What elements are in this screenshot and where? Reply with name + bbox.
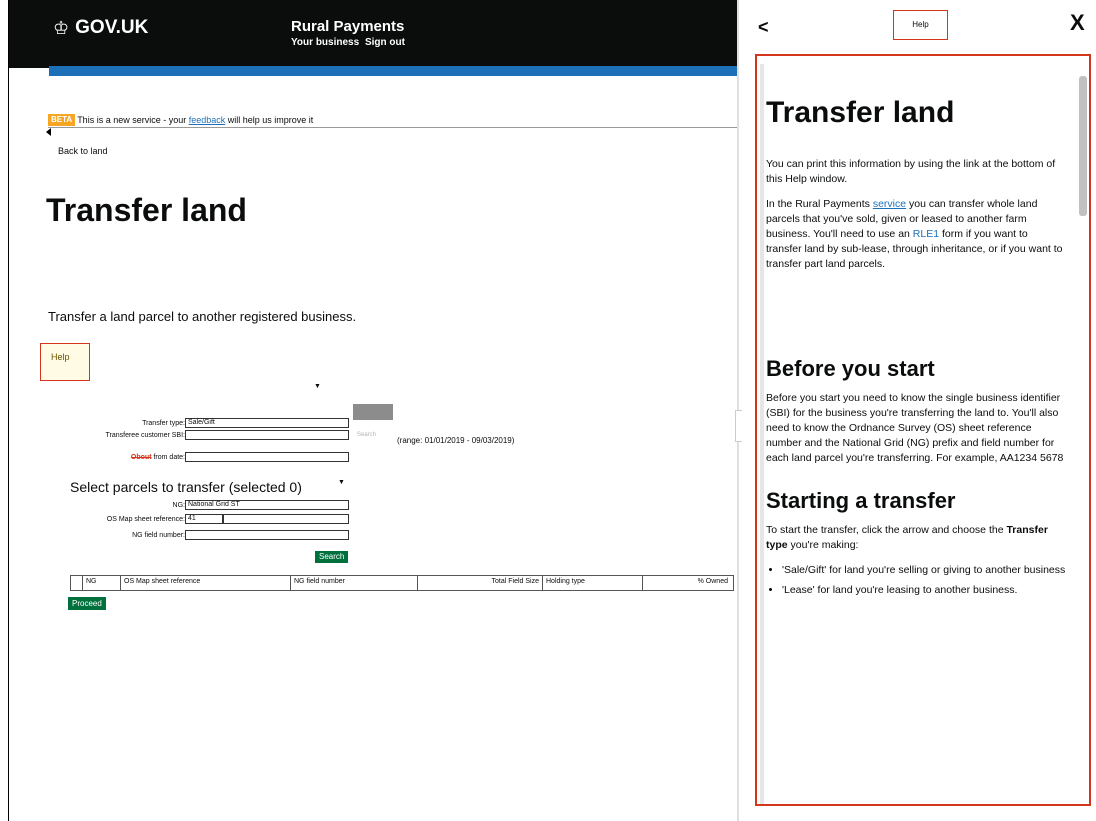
rle1-link[interactable]: RLE1	[913, 228, 939, 240]
crown-icon: ♔	[53, 18, 70, 38]
starting-transfer-text: To start the transfer, click the arrow a…	[766, 524, 1048, 551]
list-item: 'Lease' for land you're leasing to anoth…	[782, 583, 1066, 598]
caret-down-icon: ▼	[338, 479, 345, 486]
ng-select[interactable]: National Grid ST	[185, 500, 349, 510]
transfer-type-select[interactable]: Sale/Gift	[185, 418, 349, 428]
effective-date-input[interactable]	[185, 452, 349, 462]
table-header-holding-type[interactable]: Holding type	[543, 576, 643, 590]
sbi-input[interactable]	[185, 430, 349, 440]
service-name: Rural Payments Your business Sign out	[291, 18, 408, 48]
help-paragraph-1: In the Rural Payments service you can tr…	[766, 198, 1063, 270]
sign-out-link[interactable]: Sign out	[365, 37, 405, 48]
field-number-row: NG field number:	[60, 530, 349, 540]
beta-banner: BETA This is a new service - your feedba…	[48, 113, 738, 128]
govuk-header: ♔ GOV.UK Rural Payments Your business Si…	[9, 0, 737, 76]
table-header-select	[71, 576, 83, 590]
help-button[interactable]: Help	[40, 343, 90, 381]
search-button[interactable]: Search	[315, 551, 349, 563]
help-content-rule	[760, 64, 764, 804]
feedback-link[interactable]: feedback	[189, 115, 226, 125]
sbi-label: Transferee customer SBI:	[105, 431, 186, 439]
page-lede: Transfer a land parcel to another regist…	[48, 309, 357, 324]
back-arrow-icon	[46, 128, 51, 136]
beta-tag: BETA	[48, 114, 76, 126]
table-header-owned[interactable]: % Owned	[643, 576, 731, 590]
date-range-hint: (range: 01/01/2019 - 09/03/2019)	[397, 436, 515, 445]
sbi-row: Transferee customer SBI:	[60, 430, 349, 440]
ng-row: NG: National Grid ST	[60, 500, 349, 510]
sbi-search-label[interactable]: Search	[357, 432, 376, 438]
help-back-button[interactable]: <	[758, 17, 769, 38]
list-item: 'Sale/Gift' for land you're selling or g…	[782, 563, 1066, 578]
govuk-logo-text: GOV.UK	[75, 17, 149, 38]
os-map-input-2[interactable]	[223, 514, 349, 524]
os-map-input-1[interactable]: 41	[185, 514, 223, 524]
effective-date-row: Obout from date:	[60, 452, 349, 462]
panel-splitter[interactable]	[735, 0, 743, 821]
os-map-row: OS Map sheet reference: 41	[60, 514, 349, 524]
header-links: Your business Sign out	[291, 37, 408, 48]
your-business-link[interactable]: Your business	[291, 37, 359, 48]
os-map-label: OS Map sheet reference:	[106, 515, 185, 523]
help-content[interactable]: Transfer land You can print this informa…	[755, 54, 1091, 806]
help-content-inner: Transfer land You can print this informa…	[766, 56, 1066, 603]
field-number-label: NG field number:	[132, 531, 185, 539]
table-header-field-number[interactable]: NG field number	[291, 576, 418, 590]
table-header-ng[interactable]: NG	[83, 576, 121, 590]
effective-date-label: Obout from date:	[130, 453, 185, 461]
caret-down-icon: ▼	[314, 383, 321, 390]
header-blue-bar	[49, 66, 737, 76]
before-you-start-heading: Before you start	[766, 356, 935, 381]
transfer-type-list: 'Sale/Gift' for land you're selling or g…	[766, 563, 1066, 598]
transfer-type-row: Transfer type: Sale/Gift	[60, 418, 349, 428]
table-header-field-size[interactable]: Total Field Size	[418, 576, 543, 590]
starting-transfer-heading: Starting a transfer	[766, 488, 956, 513]
page-left-border	[8, 0, 9, 821]
help-heading: Transfer land	[766, 96, 955, 129]
table-header-os-map[interactable]: OS Map sheet reference	[121, 576, 291, 590]
service-title[interactable]: Rural Payments	[291, 18, 408, 35]
before-you-start-text: Before you start you need to know the si…	[766, 392, 1064, 464]
parcels-table-header: NG OS Map sheet reference NG field numbe…	[70, 575, 734, 591]
select-parcels-title: Select parcels to transfer (selected 0)	[70, 479, 302, 495]
help-panel-title: Help	[893, 10, 948, 40]
govuk-logo[interactable]: ♔ GOV.UK	[53, 17, 148, 39]
help-close-button[interactable]: X	[1070, 10, 1085, 36]
transfer-type-label: Transfer type:	[142, 419, 185, 427]
help-intro: You can print this information by using …	[766, 158, 1056, 185]
help-scrollbar[interactable]	[1079, 76, 1087, 216]
service-link[interactable]: service	[873, 198, 906, 210]
ng-label: NG:	[172, 501, 185, 509]
field-number-input[interactable]	[185, 530, 349, 540]
page-title: Transfer land	[46, 192, 247, 228]
back-to-land-link[interactable]: Back to land	[58, 146, 108, 156]
proceed-button[interactable]: Proceed	[68, 597, 106, 610]
grey-button[interactable]	[353, 404, 393, 420]
beta-text: This is a new service - your feedback wi…	[77, 115, 314, 125]
help-panel: < Help X Transfer land You can print thi…	[742, 0, 1096, 821]
